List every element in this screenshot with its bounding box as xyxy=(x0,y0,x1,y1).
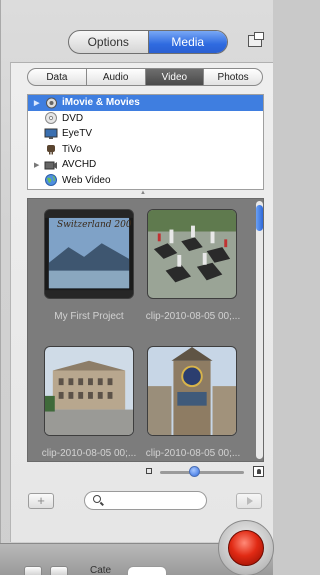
source-item-web-video[interactable]: Web Video xyxy=(28,173,263,189)
category-label: Cate xyxy=(90,565,112,575)
thumbnail-clip-3[interactable] xyxy=(147,346,237,436)
source-label: TiVo xyxy=(62,143,82,155)
avchd-icon xyxy=(44,159,58,171)
resize-grip[interactable]: ▲ xyxy=(140,190,146,196)
play-button[interactable] xyxy=(236,493,262,509)
source-list: ▶ iMovie & Movies DVD EyeTV TiVo ▶ AVCHD xyxy=(27,94,264,190)
source-item-tivo[interactable]: TiVo xyxy=(28,142,263,158)
tab-media[interactable]: Media xyxy=(147,31,227,53)
thumbnail-size-slider[interactable] xyxy=(160,471,244,474)
thumbnail-large-icon xyxy=(253,466,264,477)
thumbnail-clip-2[interactable] xyxy=(44,346,134,436)
media-type-tabs: Data Audio Video Photos xyxy=(27,68,263,86)
thumbnail-label: My First Project xyxy=(54,311,124,322)
eyetv-icon xyxy=(44,128,58,140)
imovie-icon xyxy=(44,97,58,109)
tivo-icon xyxy=(44,143,58,155)
thumbnail-label: clip-2010-08-05 00;... xyxy=(145,448,241,459)
thumbnail-clip-1[interactable] xyxy=(147,209,237,299)
add-button[interactable]: + xyxy=(28,493,54,509)
source-label: Web Video xyxy=(62,174,111,186)
toolbar-button[interactable] xyxy=(50,566,68,575)
scrollbar-thumb[interactable] xyxy=(256,205,263,231)
toolbar-button[interactable] xyxy=(24,566,42,575)
source-item-eyetv[interactable]: EyeTV xyxy=(28,126,263,142)
thumbnail-small-icon xyxy=(146,468,152,474)
source-label: AVCHD xyxy=(62,159,97,171)
thumbnail-my-first-project[interactable]: Switzerland 200 xyxy=(44,209,134,299)
record-button[interactable] xyxy=(228,530,264,566)
tab-audio[interactable]: Audio xyxy=(85,69,145,85)
source-label: DVD xyxy=(62,112,84,124)
search-icon xyxy=(93,495,101,503)
tab-options[interactable]: Options xyxy=(69,31,148,53)
source-item-avchd[interactable]: ▶ AVCHD xyxy=(28,157,263,173)
grid-scrollbar[interactable] xyxy=(256,201,263,459)
thumbnail-label: clip-2010-08-05 00;... xyxy=(41,448,137,459)
disclosure-triangle-icon[interactable]: ▶ xyxy=(34,161,44,169)
disclosure-triangle-icon[interactable]: ▶ xyxy=(34,99,44,107)
media-grid: Switzerland 200 My First Project clip-20… xyxy=(27,198,264,462)
options-media-segmented-control: Options Media xyxy=(68,30,228,54)
source-item-dvd[interactable]: DVD xyxy=(28,111,263,127)
source-label: iMovie & Movies xyxy=(62,97,140,109)
tab-data[interactable]: Data xyxy=(28,69,86,85)
slider-knob[interactable] xyxy=(189,466,200,477)
thumbnail-overlay-text: Switzerland 200 xyxy=(57,220,132,230)
thumbnail-label: clip-2010-08-05 00;... xyxy=(145,311,241,322)
source-item-imovie[interactable]: ▶ iMovie & Movies xyxy=(28,95,263,111)
category-popup[interactable] xyxy=(127,566,167,575)
search-input[interactable] xyxy=(105,494,203,507)
source-label: EyeTV xyxy=(62,128,93,140)
tab-photos[interactable]: Photos xyxy=(203,69,262,85)
search-field[interactable] xyxy=(84,491,207,510)
tab-video[interactable]: Video xyxy=(144,69,204,85)
detach-window-icon[interactable] xyxy=(248,32,264,47)
globe-icon xyxy=(44,174,58,187)
dvd-icon xyxy=(44,112,58,125)
